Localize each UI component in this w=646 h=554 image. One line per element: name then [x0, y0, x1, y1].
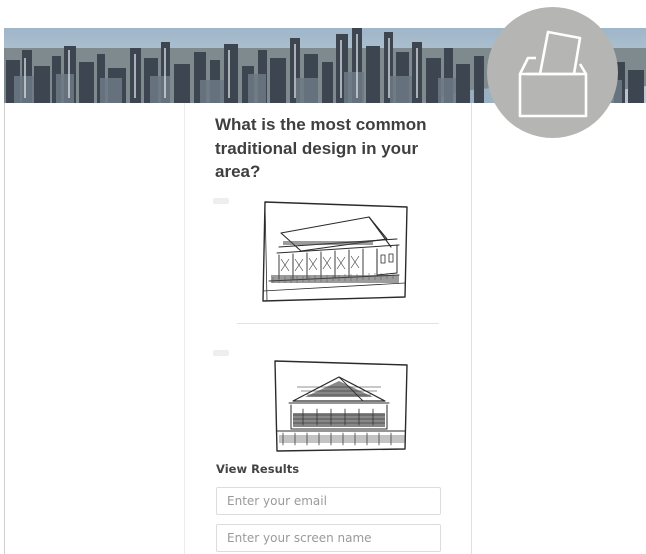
- option-divider: [237, 323, 439, 324]
- radio-icon: [213, 350, 229, 356]
- queenslander-house-sketch-icon[interactable]: [259, 199, 411, 303]
- poll-page: What is the most common traditional desi…: [0, 0, 646, 554]
- poll-option-2-radio[interactable]: [213, 349, 237, 359]
- vote-badge: [487, 7, 618, 138]
- radio-icon: [213, 198, 229, 204]
- pyramid-roof-cottage-sketch-icon[interactable]: [271, 357, 411, 453]
- ballot-box-icon: [518, 30, 587, 117]
- screen-name-field[interactable]: [216, 524, 441, 552]
- poll-option-1-radio[interactable]: [213, 197, 237, 207]
- poll-widget: What is the most common traditional desi…: [185, 103, 471, 554]
- poll-question: What is the most common traditional desi…: [215, 115, 427, 181]
- column-border-right: [471, 103, 472, 554]
- page-border: [4, 103, 5, 554]
- email-field[interactable]: [216, 487, 441, 515]
- view-results-link[interactable]: View Results: [216, 462, 299, 476]
